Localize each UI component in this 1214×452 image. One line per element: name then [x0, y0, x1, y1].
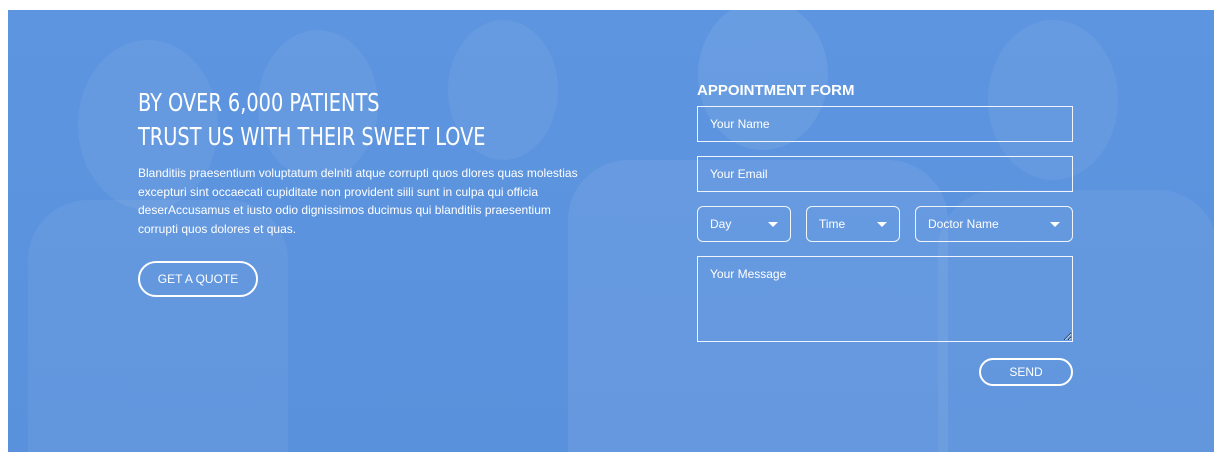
time-select-label: Time [819, 217, 846, 231]
doctor-select[interactable]: Doctor Name [915, 206, 1073, 242]
caret-down-icon [877, 221, 887, 227]
day-select[interactable]: Day [697, 206, 791, 242]
doctor-select-label: Doctor Name [928, 217, 999, 231]
day-select-label: Day [710, 217, 732, 231]
appointment-form: APPOINTMENT FORM Day Time Doctor Name SE… [697, 80, 1073, 386]
email-input[interactable] [697, 156, 1073, 192]
caret-down-icon [768, 221, 778, 227]
hero-headline: BY OVER 6,000 PATIENTS TRUST US WITH THE… [138, 86, 534, 154]
hero-paragraph: Blanditiis praesentium voluptatum delnit… [138, 166, 578, 236]
form-title: APPOINTMENT FORM [697, 82, 855, 99]
headline-line-2: TRUST US WITH THEIR SWEET LOVE [138, 122, 486, 151]
headline-line-1: BY OVER 6,000 PATIENTS [138, 88, 380, 117]
message-textarea[interactable] [697, 256, 1073, 342]
time-select[interactable]: Time [806, 206, 900, 242]
name-input[interactable] [697, 106, 1073, 142]
hero-content: BY OVER 6,000 PATIENTS TRUST US WITH THE… [138, 86, 598, 297]
caret-down-icon [1050, 221, 1060, 227]
send-button[interactable]: SEND [979, 358, 1073, 386]
select-row: Day Time Doctor Name [697, 206, 1073, 242]
send-row: SEND [697, 358, 1073, 386]
get-a-quote-button[interactable]: GET A QUOTE [138, 261, 258, 297]
